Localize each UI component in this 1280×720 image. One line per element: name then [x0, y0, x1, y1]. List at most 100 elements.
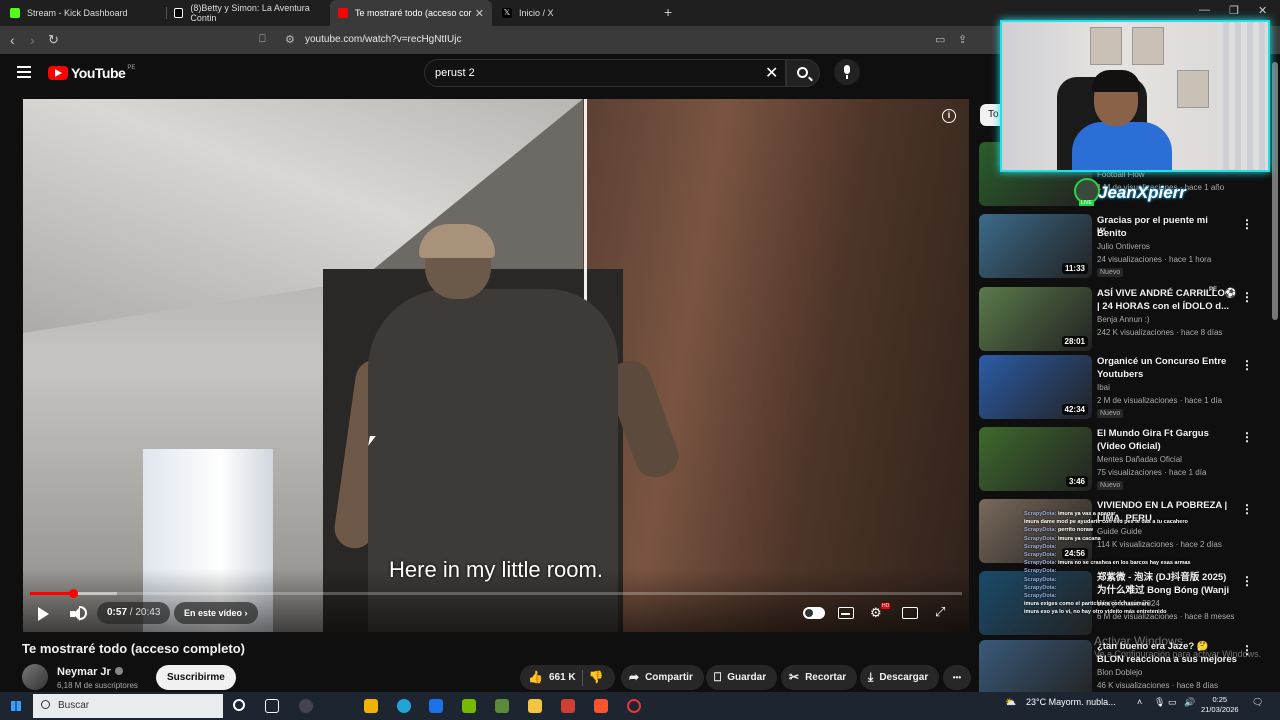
clear-search-icon[interactable]: ✕: [765, 63, 778, 83]
subtitles-icon[interactable]: [838, 607, 854, 619]
subscribe-button[interactable]: Suscribirme: [156, 665, 236, 690]
app-icon[interactable]: [561, 699, 575, 713]
settings-icon[interactable]: ⚙: [870, 605, 882, 621]
reload-icon[interactable]: ↻: [48, 32, 59, 48]
new-tab-button[interactable]: +: [664, 4, 672, 20]
app-icon[interactable]: [299, 699, 313, 713]
video-frame-cap: [419, 224, 495, 258]
youtube-logo[interactable]: YouTube PE: [48, 65, 135, 81]
recommendation-channel[interactable]: Julio Ontiveros: [1097, 242, 1150, 251]
back-icon[interactable]: ‹: [10, 32, 15, 48]
video-title: Te mostraré todo (acceso completo): [22, 641, 245, 656]
chat-message: imura eso ya lo vi, no hay otro videito …: [1024, 608, 1280, 616]
window-close-icon[interactable]: ✕: [1258, 4, 1267, 17]
bookmark-icon[interactable]: ⎕: [259, 33, 266, 46]
task-view-icon[interactable]: [265, 699, 279, 713]
chat-text: imura ya cacana: [1057, 535, 1101, 542]
taskbar-search[interactable]: Buscar: [33, 694, 223, 718]
chat-username: ScrapyDota:: [1024, 568, 1057, 575]
tray-chevron-icon[interactable]: ˄: [1137, 697, 1142, 707]
cortana-icon[interactable]: [233, 699, 245, 711]
nvidia-icon[interactable]: [462, 699, 476, 713]
fullscreen-icon[interactable]: ⤢: [935, 604, 945, 620]
recommendation-thumbnail[interactable]: 28:01: [979, 287, 1092, 351]
scrollbar[interactable]: [1272, 62, 1278, 320]
recommendation-thumbnail[interactable]: 11:33: [979, 214, 1092, 278]
channel-avatar[interactable]: [22, 664, 48, 690]
recommendation-title[interactable]: El Mundo Gira Ft Gargus (Video Oficial): [1097, 427, 1237, 453]
more-options-icon[interactable]: ⋮: [1241, 217, 1253, 231]
browser-tab-tiktok[interactable]: (8)Betty y Simon: La Aventura Contin: [166, 0, 326, 26]
scrubber-handle[interactable]: [68, 589, 78, 598]
recommendation-title[interactable]: Organicé un Concurso Entre Youtubers: [1097, 355, 1237, 381]
info-icon[interactable]: i: [942, 109, 956, 123]
share-button[interactable]: ➦ Compartir: [621, 665, 704, 690]
recommendation-thumbnail[interactable]: 42:34: [979, 355, 1092, 419]
browser-tab-kick[interactable]: Stream - Kick Dashboard: [2, 0, 162, 26]
chat-message: ScrapyDota:: [1024, 592, 1280, 600]
store-icon[interactable]: [364, 699, 378, 713]
download-button[interactable]: ⤓ Descargar: [860, 665, 940, 690]
browser-tab-x[interactable]: 𝕏 Inicio / X: [494, 0, 654, 26]
recommendation-channel[interactable]: Benja Annun :): [1097, 315, 1149, 324]
speaker-icon[interactable]: 🔊: [1184, 697, 1195, 708]
close-tab-icon[interactable]: ✕: [475, 7, 484, 20]
browser-tab-youtube[interactable]: Te mostraré todo (acceso cor ✕: [330, 0, 492, 26]
notifications-icon[interactable]: 🗨: [1252, 697, 1263, 708]
menu-icon[interactable]: [17, 66, 31, 78]
recommendation-thumbnail[interactable]: 3:46: [979, 427, 1092, 491]
new-badge: Nuevo: [1097, 481, 1124, 490]
save-button[interactable]: ⎕ Guardar: [706, 665, 778, 690]
duration-badge: 28:01: [1061, 336, 1088, 347]
obs-icon[interactable]: [627, 699, 641, 713]
clip-button[interactable]: ✂ Recortar: [781, 665, 858, 690]
autoplay-toggle[interactable]: [803, 607, 825, 619]
recommendation-title[interactable]: Gracias por el puente mi Benito: [1097, 214, 1237, 240]
maximize-icon[interactable]: ❐: [1229, 4, 1239, 17]
recommendation-item[interactable]: 28:01 ASÍ VIVE ANDRÉ CARRILLO⚽ | 24 HORAS…: [979, 287, 1269, 351]
chat-text: imura dame mod pe ayudarte con eso pes l…: [1024, 519, 1188, 526]
weather-text[interactable]: 23°C Mayorm. nubla...: [1026, 697, 1116, 707]
x-logo-icon: 𝕏: [502, 8, 512, 18]
recommendation-channel[interactable]: Ibai: [1097, 383, 1110, 392]
search-button[interactable]: [786, 59, 820, 87]
site-info-icon[interactable]: ⚙: [285, 33, 295, 46]
mic-tray-icon[interactable]: 🎙: [1154, 697, 1165, 708]
recommendation-item[interactable]: 42:34 Organicé un Concurso Entre Youtuber…: [979, 355, 1269, 419]
voice-search-icon[interactable]: [834, 59, 860, 85]
progress-bar[interactable]: [30, 589, 962, 598]
minimize-icon[interactable]: —: [1199, 4, 1210, 16]
recommendation-channel[interactable]: Mentes Dañadas Oficial: [1097, 455, 1182, 464]
edge-icon[interactable]: [397, 699, 411, 713]
windows-start-icon[interactable]: [11, 701, 21, 711]
folder-icon[interactable]: [528, 699, 542, 713]
network-icon[interactable]: ▭: [1168, 697, 1177, 708]
forward-icon[interactable]: ›: [30, 32, 35, 48]
channel-name[interactable]: Neymar Jr: [57, 666, 123, 678]
url-text[interactable]: youtube.com/watch?v=recHgNtIUjc: [305, 34, 461, 45]
weather-icon[interactable]: ⛅: [1005, 697, 1016, 708]
miniplayer-icon[interactable]: [902, 607, 918, 619]
chapter-button[interactable]: En este vídeo ›: [174, 602, 258, 624]
recommendation-item[interactable]: 3:46 El Mundo Gira Ft Gargus (Video Ofici…: [979, 427, 1269, 491]
cast-icon[interactable]: ▭: [935, 33, 945, 46]
mail-icon[interactable]: [429, 699, 443, 713]
game-icon[interactable]: [495, 699, 509, 713]
time-total: / 20:43: [129, 607, 161, 618]
recommendation-item[interactable]: 11:33 Gracias por el puente mi Benito MX Ju…: [979, 214, 1269, 278]
more-options-icon[interactable]: ⋮: [1241, 430, 1253, 444]
recommendation-meta: 242 K visualizaciones · hace 8 días: [1097, 328, 1223, 337]
play-icon[interactable]: [38, 607, 49, 621]
dislike-button[interactable]: 👎: [589, 665, 604, 690]
recommendation-channel[interactable]: Blon Doblejo: [1097, 668, 1142, 677]
video-player[interactable]: i Here in my little room. 0:57 / 20:43 E…: [23, 99, 969, 632]
more-actions-button[interactable]: •••: [943, 665, 971, 690]
chat-message: ScrapyDota: imura no se crashea en los b…: [1024, 559, 1280, 567]
brave-icon[interactable]: [594, 699, 608, 713]
share-page-icon[interactable]: ⇪: [958, 33, 967, 46]
like-button[interactable]: 👍 661 K: [520, 665, 576, 690]
more-options-icon[interactable]: ⋮: [1241, 358, 1253, 372]
taskbar-clock[interactable]: 0:25 21/03/2026: [1201, 695, 1239, 715]
search-input[interactable]: perust 2 ✕: [424, 59, 786, 87]
more-options-icon[interactable]: ⋮: [1241, 290, 1253, 304]
